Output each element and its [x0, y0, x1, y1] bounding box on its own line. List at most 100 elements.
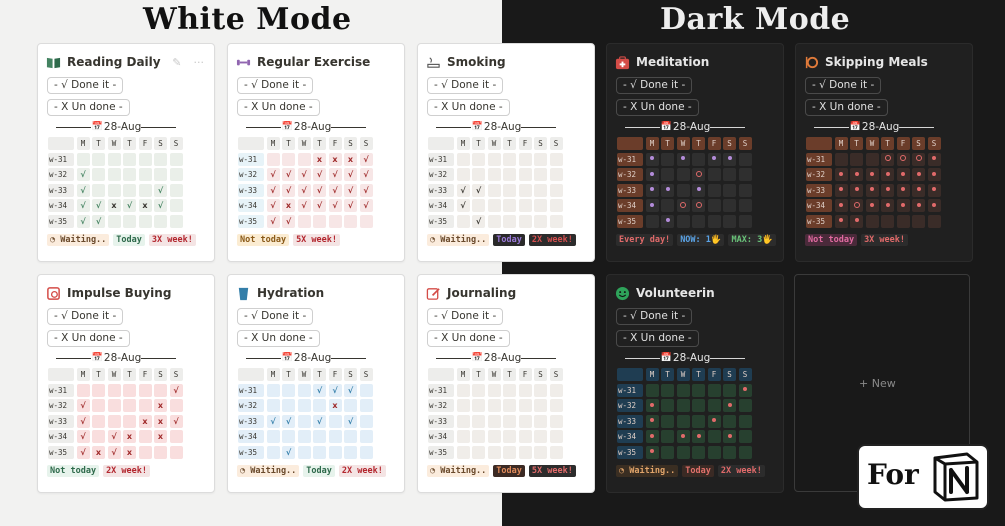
- day-cell[interactable]: [738, 214, 752, 228]
- day-cell[interactable]: x: [138, 414, 152, 428]
- day-cell[interactable]: [456, 383, 470, 397]
- day-cell[interactable]: √: [297, 183, 311, 197]
- day-cell[interactable]: [692, 414, 705, 428]
- done-it-button[interactable]: - √ Done it -: [47, 77, 124, 94]
- day-cell[interactable]: [645, 430, 659, 444]
- day-cell[interactable]: [661, 214, 674, 228]
- day-cell[interactable]: [707, 214, 721, 228]
- day-cell[interactable]: [834, 199, 848, 213]
- habit-card-hydration[interactable]: Hydration - √ Done it - - X Un done - 📅 28-A…: [227, 274, 405, 493]
- day-cell[interactable]: √: [169, 414, 183, 428]
- day-cell[interactable]: [472, 445, 485, 459]
- undone-button[interactable]: - X Un done -: [237, 330, 320, 347]
- day-cell[interactable]: [676, 168, 690, 182]
- day-cell[interactable]: √: [266, 214, 280, 228]
- day-cell[interactable]: [692, 430, 705, 444]
- day-cell[interactable]: [865, 152, 879, 166]
- day-cell[interactable]: [328, 445, 342, 459]
- day-cell[interactable]: √: [266, 199, 280, 213]
- day-cell[interactable]: [738, 199, 752, 213]
- day-cell[interactable]: [518, 383, 532, 397]
- day-cell[interactable]: [676, 430, 690, 444]
- day-cell[interactable]: [297, 399, 311, 413]
- day-cell[interactable]: [692, 399, 705, 413]
- day-cell[interactable]: [723, 168, 736, 182]
- day-cell[interactable]: √: [154, 199, 167, 213]
- day-cell[interactable]: x: [328, 399, 342, 413]
- day-cell[interactable]: [549, 214, 563, 228]
- day-cell[interactable]: [723, 152, 736, 166]
- day-cell[interactable]: [850, 199, 863, 213]
- day-cell[interactable]: [359, 383, 373, 397]
- day-cell[interactable]: [645, 414, 659, 428]
- day-cell[interactable]: [518, 414, 532, 428]
- day-cell[interactable]: [297, 430, 311, 444]
- day-cell[interactable]: [676, 383, 690, 397]
- day-cell[interactable]: [138, 183, 152, 197]
- day-cell[interactable]: [487, 152, 501, 166]
- day-cell[interactable]: [154, 152, 167, 166]
- day-cell[interactable]: [487, 445, 501, 459]
- day-cell[interactable]: [834, 214, 848, 228]
- day-cell[interactable]: [661, 152, 674, 166]
- day-cell[interactable]: √: [472, 214, 485, 228]
- day-cell[interactable]: [169, 199, 183, 213]
- day-cell[interactable]: [676, 199, 690, 213]
- day-cell[interactable]: [549, 199, 563, 213]
- day-cell[interactable]: √: [282, 183, 295, 197]
- day-cell[interactable]: [834, 168, 848, 182]
- day-cell[interactable]: [534, 383, 547, 397]
- day-cell[interactable]: [645, 445, 659, 459]
- day-cell[interactable]: [313, 445, 326, 459]
- day-cell[interactable]: √: [313, 383, 326, 397]
- day-cell[interactable]: √: [282, 445, 295, 459]
- day-cell[interactable]: [138, 430, 152, 444]
- day-cell[interactable]: √: [344, 414, 357, 428]
- day-cell[interactable]: [487, 399, 501, 413]
- day-cell[interactable]: [707, 168, 721, 182]
- day-cell[interactable]: [518, 445, 532, 459]
- day-cell[interactable]: [692, 168, 705, 182]
- day-cell[interactable]: √: [344, 199, 357, 213]
- day-cell[interactable]: √: [297, 168, 311, 182]
- day-cell[interactable]: [549, 430, 563, 444]
- day-cell[interactable]: [645, 199, 659, 213]
- day-cell[interactable]: √: [297, 199, 311, 213]
- day-cell[interactable]: [266, 445, 280, 459]
- day-cell[interactable]: √: [266, 168, 280, 182]
- day-cell[interactable]: [123, 214, 136, 228]
- day-cell[interactable]: x: [282, 199, 295, 213]
- day-cell[interactable]: [107, 152, 121, 166]
- day-cell[interactable]: √: [344, 168, 357, 182]
- day-cell[interactable]: [549, 445, 563, 459]
- day-cell[interactable]: √: [76, 168, 90, 182]
- day-cell[interactable]: [738, 168, 752, 182]
- day-cell[interactable]: [738, 445, 752, 459]
- day-cell[interactable]: [676, 445, 690, 459]
- habit-card-reading[interactable]: Reading Daily ✎ ··· - √ Done it - - X Un don…: [37, 43, 215, 262]
- habit-card-volunteering[interactable]: Volunteerin - √ Done it - - X Un done - 📅 28…: [606, 274, 784, 493]
- day-cell[interactable]: √: [76, 414, 90, 428]
- day-cell[interactable]: [472, 152, 485, 166]
- day-cell[interactable]: [912, 168, 925, 182]
- day-cell[interactable]: [676, 183, 690, 197]
- day-cell[interactable]: x: [154, 399, 167, 413]
- undone-button[interactable]: - X Un done -: [427, 330, 510, 347]
- day-cell[interactable]: [123, 383, 136, 397]
- day-cell[interactable]: [456, 152, 470, 166]
- day-cell[interactable]: [865, 214, 879, 228]
- day-cell[interactable]: √: [328, 383, 342, 397]
- day-cell[interactable]: [92, 383, 105, 397]
- day-cell[interactable]: [359, 445, 373, 459]
- day-cell[interactable]: [738, 383, 752, 397]
- day-cell[interactable]: [154, 168, 167, 182]
- day-cell[interactable]: √: [328, 183, 342, 197]
- day-cell[interactable]: [676, 152, 690, 166]
- day-cell[interactable]: [169, 430, 183, 444]
- day-cell[interactable]: [518, 430, 532, 444]
- day-cell[interactable]: √: [107, 445, 121, 459]
- day-cell[interactable]: [487, 383, 501, 397]
- day-cell[interactable]: [344, 399, 357, 413]
- day-cell[interactable]: [266, 399, 280, 413]
- day-cell[interactable]: [534, 399, 547, 413]
